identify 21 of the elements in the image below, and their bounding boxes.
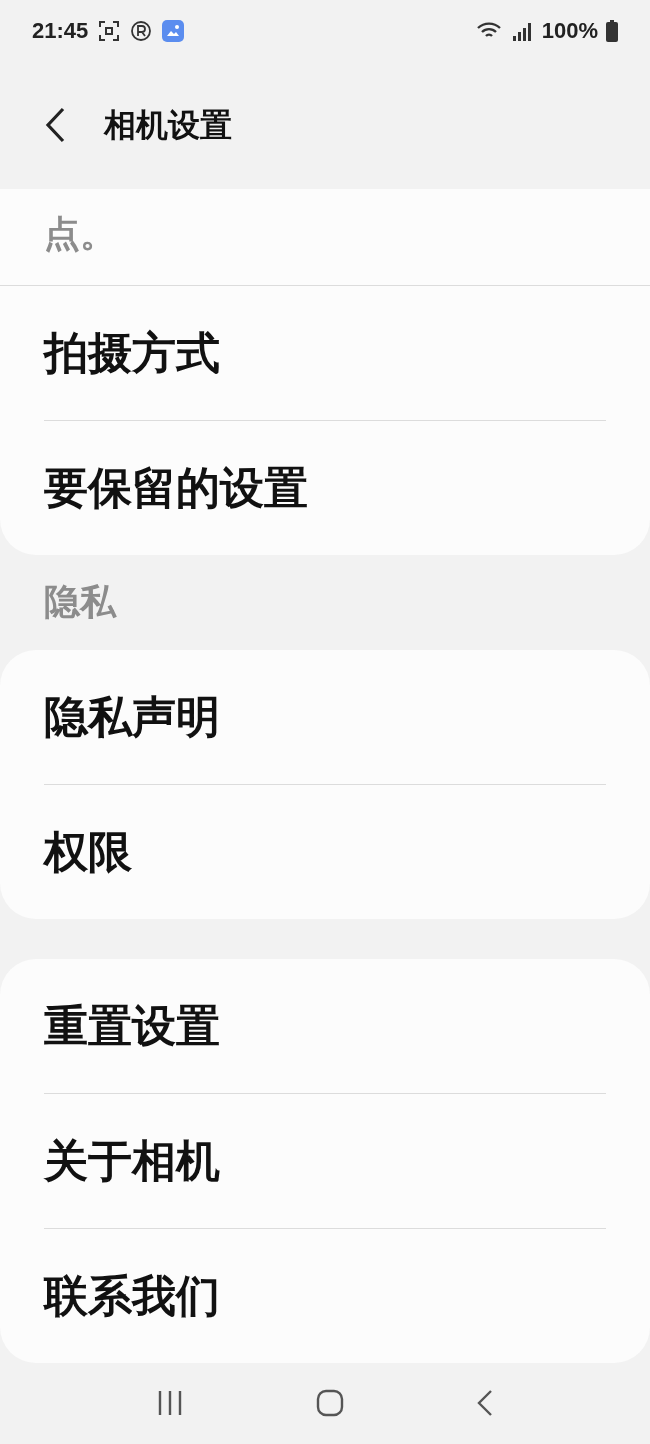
battery-percentage: 100%	[541, 17, 598, 46]
recent-apps-icon[interactable]	[156, 1390, 183, 1417]
back-icon	[45, 107, 65, 144]
section-header: 隐私	[44, 580, 116, 625]
status-time: 21:45	[32, 17, 89, 46]
screenshot-icon	[98, 19, 121, 42]
settings-item[interactable]: 权限	[0, 784, 650, 919]
settings-item[interactable]: 要保留的设置	[0, 420, 650, 555]
gallery-icon	[162, 19, 185, 42]
settings-item[interactable]: 隐私声明	[0, 649, 650, 784]
page-title: 相机设置	[104, 105, 232, 147]
settings-item[interactable]: 重置设置	[0, 958, 650, 1093]
back-nav-icon[interactable]	[477, 1390, 494, 1417]
settings-item[interactable]: 拍摄方式	[0, 285, 650, 420]
battery-icon	[606, 19, 618, 42]
home-icon[interactable]	[316, 1389, 344, 1418]
registered-icon	[130, 19, 153, 42]
settings-item[interactable]: 关于相机	[0, 1093, 650, 1228]
description-text: 点。	[44, 211, 116, 256]
signal-icon	[511, 20, 534, 41]
settings-item[interactable]: 联系我们	[0, 1228, 650, 1363]
